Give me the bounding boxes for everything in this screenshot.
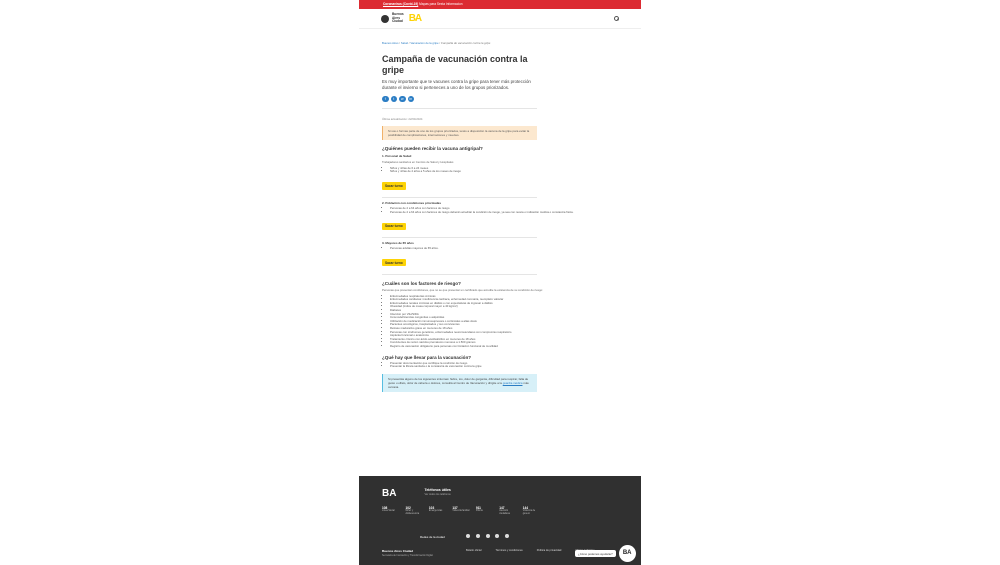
info-callout: Si presentás alguno de los siguientes sí…	[382, 373, 537, 392]
facebook-icon[interactable]: f	[382, 95, 389, 103]
lead-text: Es muy importante que te vacunes contra …	[382, 79, 531, 90]
group-list: Personas adultas mayores de 65 años.	[382, 247, 618, 251]
alert-bar[interactable]: Coronavirus (Covid-19) Mapas para Sexta …	[359, 0, 641, 9]
social-label: Redes de la ciudad	[420, 534, 445, 539]
group-title: 2. Población con condiciones priorizadas	[382, 201, 442, 206]
alert-link[interactable]: Coronavirus (Covid-19)	[383, 2, 418, 6]
group-text: Trabajadores sanitarios en Centros de Sa…	[382, 160, 454, 165]
last-updated: Última actualización: 22/04/2024	[382, 117, 423, 122]
group-title: 1. Personal de Salud	[382, 154, 412, 159]
phone-item[interactable]: 103 Emergencias	[429, 506, 448, 513]
alert-text: Mapas para Sexta Informacion	[419, 2, 463, 6]
group-list: Personas de 2 a 64 años con factores de …	[382, 206, 618, 215]
section-title: ¿Quiénes pueden recibir la vacuna antigr…	[382, 146, 483, 152]
breadcrumb-item[interactable]: Buenos Aires	[382, 41, 398, 45]
page: Coronavirus (Covid-19) Mapas para Sexta …	[359, 0, 641, 565]
phone-item[interactable]: 147 Atención ciudadana	[499, 506, 518, 516]
city-logo-text[interactable]: Buenos Aires Ciudad	[392, 12, 404, 23]
group-title: 3. Mayores de 65 años	[382, 241, 414, 246]
phone-item[interactable]: 144 Violencia de género	[523, 506, 542, 516]
chat-tooltip[interactable]: ¿Cómo podemos ayudarte?	[575, 550, 616, 557]
divider	[382, 237, 537, 239]
book-appointment-button[interactable]: Sacar turno	[382, 259, 406, 267]
risk-factor-list: Enfermedades respiratorias crónicas Enfe…	[382, 294, 618, 349]
linkedin-icon[interactable]: in	[407, 95, 414, 103]
breadcrumb-item[interactable]: Vacunacion de la gripe	[410, 41, 438, 45]
header: Buenos Aires Ciudad BA	[359, 9, 641, 29]
breadcrumb-item[interactable]: Salud	[401, 41, 408, 45]
whatsapp-icon[interactable]: w	[399, 95, 406, 103]
emergency-link[interactable]: guardia médica	[503, 381, 523, 385]
requirements-list: Presentar documentación que certifique l…	[382, 361, 618, 369]
search-icon[interactable]	[614, 16, 619, 21]
section-text: Personas que presentan condiciones, que …	[382, 287, 543, 292]
footer-link[interactable]: Política de privacidad	[537, 549, 562, 552]
footer-logo[interactable]: BA	[382, 488, 410, 499]
breadcrumb: Buenos Aires / Salud / Vacunacion de la …	[382, 41, 491, 45]
page-title: Campaña de vacunación contra la gripe	[382, 54, 528, 75]
divider	[382, 273, 537, 275]
group-list: Niños y niñas de 6 a 24 meses Niños y ni…	[382, 166, 618, 174]
footer-link[interactable]: Términos y condiciones	[495, 549, 522, 552]
rss-icon[interactable]	[505, 534, 510, 538]
share-buttons: f t w in	[382, 95, 618, 103]
facebook-icon[interactable]	[466, 534, 470, 538]
main-content: Buenos Aires / Salud / Vacunacion de la …	[359, 41, 641, 392]
social-row: Redes de la ciudad	[382, 534, 618, 539]
phone-item[interactable]: 137 Violencia familiar	[452, 506, 471, 513]
section-title: ¿Qué hay que llevar para la vacunación?	[382, 354, 472, 360]
instagram-icon[interactable]	[495, 534, 500, 538]
divider	[382, 108, 537, 110]
breadcrumb-current: Campaña de vacunación contra la gripe	[440, 41, 491, 45]
list-item: Presentar la libreta sanitaria o la cons…	[390, 365, 618, 369]
twitter-icon[interactable]	[475, 534, 480, 538]
book-appointment-button[interactable]: Sacar turno	[382, 182, 406, 190]
list-item: Registro de vacunación obligatorio para …	[390, 344, 618, 349]
youtube-icon[interactable]	[485, 534, 490, 538]
divider	[382, 197, 537, 199]
chat-widget[interactable]: ¿Cómo podemos ayudarte? BA	[575, 545, 636, 562]
book-appointment-button[interactable]: Sacar turno	[382, 222, 406, 230]
twitter-icon[interactable]: t	[390, 95, 397, 103]
list-item: Personas de 2 a 64 años con factores de …	[390, 210, 618, 215]
chat-button[interactable]: BA	[618, 545, 636, 562]
phone-item[interactable]: 911 Policía	[476, 506, 495, 513]
warning-callout: Si sos o formas parte de uno de los grup…	[382, 126, 537, 141]
city-logo-icon[interactable]	[381, 14, 389, 23]
list-item: Personas adultas mayores de 65 años.	[390, 247, 618, 251]
phones-heading: Teléfonos útiles Ver todos los teléfonos	[424, 488, 459, 496]
phone-item[interactable]: 102 Niñez y Adolescencia	[405, 506, 424, 516]
footer-city: Buenos Aires Ciudad Secretaría de Innova…	[382, 549, 433, 557]
section-title: ¿Cuáles son los factores de riesgo?	[382, 280, 461, 286]
list-item: Niños y niñas de 2 años a 5 años de los …	[390, 170, 618, 174]
footer-link[interactable]: Boletín oficial	[466, 549, 481, 552]
phone-item[interactable]: 108 Línea Social	[382, 506, 401, 513]
ba-logo[interactable]: BA	[409, 13, 422, 24]
phone-list: 108 Línea Social 102 Niñez y Adolescencia …	[382, 506, 542, 524]
all-phones-link[interactable]: Ver todos los teléfonos	[424, 493, 459, 496]
